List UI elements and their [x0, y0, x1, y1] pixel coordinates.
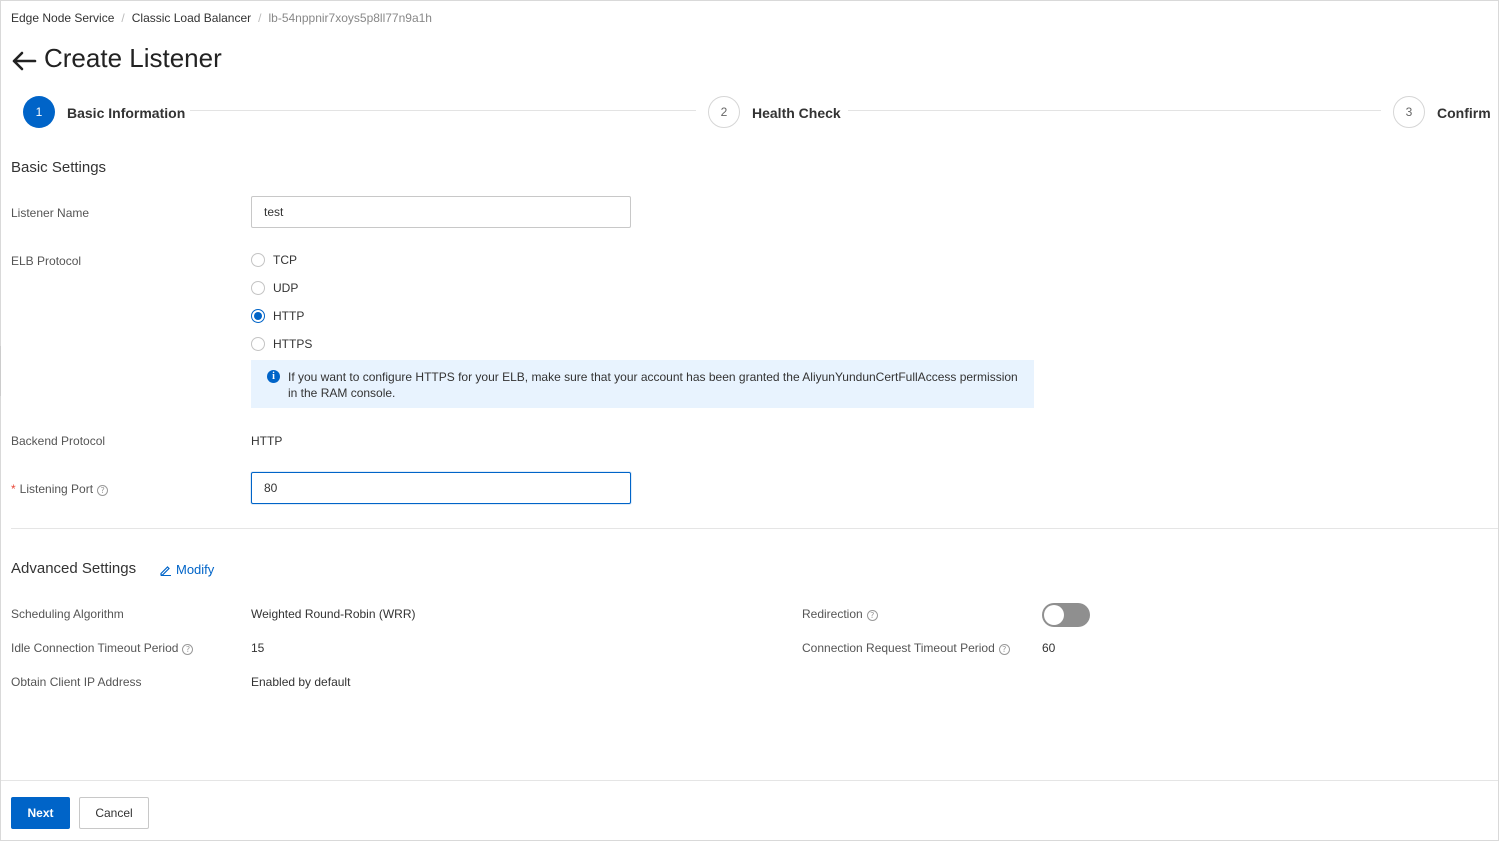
idle-timeout-label-text: Idle Connection Timeout Period: [11, 641, 179, 655]
breadcrumb-current: lb-54nppnir7xoys5p8ll77n9a1h: [268, 11, 432, 25]
step-1-label: Basic Information: [67, 105, 186, 121]
footer-bar: [1, 780, 1498, 840]
radio-button-checked[interactable]: [251, 309, 265, 323]
page-title: Create Listener: [44, 43, 222, 73]
listening-port-label-text: Listening Port: [19, 482, 94, 496]
request-timeout-value: 60: [1042, 641, 1056, 655]
request-timeout-label-text: Connection Request Timeout Period: [802, 641, 995, 655]
breadcrumb: Edge Node Service / Classic Load Balancer /…: [11, 11, 432, 25]
breadcrumb-separator: /: [258, 11, 262, 25]
elb-protocol-label: ELB Protocol: [11, 254, 82, 268]
radio-label: HTTPS: [273, 337, 313, 351]
radio-label: TCP: [273, 253, 297, 267]
listening-port-input[interactable]: [251, 472, 631, 504]
radio-label: HTTP: [273, 309, 305, 323]
help-icon[interactable]: ?: [97, 485, 109, 496]
radio-option-tcp[interactable]: TCP: [251, 253, 297, 267]
step-connector: [848, 110, 1381, 111]
page-header: Create Listener: [11, 43, 222, 74]
step-2-circle: 2: [708, 96, 740, 128]
radio-button[interactable]: [251, 253, 265, 267]
step-connector: [190, 110, 696, 111]
backend-protocol-label: Backend Protocol: [11, 434, 106, 448]
step-2-label: Health Check: [752, 105, 841, 121]
breadcrumb-item-edge-node-service[interactable]: Edge Node Service: [11, 11, 114, 25]
info-text: If you want to configure HTTPS for your …: [288, 370, 1018, 400]
radio-label: UDP: [273, 281, 299, 295]
help-icon[interactable]: ?: [998, 644, 1010, 655]
radio-option-http[interactable]: HTTP: [251, 309, 304, 323]
radio-option-https[interactable]: HTTPS: [251, 337, 312, 351]
client-ip-value: Enabled by default: [251, 675, 351, 689]
info-icon: i: [267, 370, 280, 383]
cancel-button[interactable]: Cancel: [79, 797, 149, 829]
step-3-circle: 3: [1393, 96, 1425, 128]
page-frame: [0, 0, 1499, 841]
redirection-toggle[interactable]: [1042, 603, 1090, 627]
radio-option-udp[interactable]: UDP: [251, 281, 298, 295]
request-timeout-label: Connection Request Timeout Period?: [802, 641, 1010, 655]
breadcrumb-item-classic-load-balancer[interactable]: Classic Load Balancer: [132, 11, 251, 25]
redirection-label: Redirection?: [802, 607, 878, 621]
breadcrumb-separator: /: [121, 11, 125, 25]
help-icon[interactable]: ?: [182, 644, 194, 655]
step-1-circle: 1: [23, 96, 55, 128]
required-mark: *: [11, 482, 16, 496]
step-3-label: Confirm: [1437, 105, 1491, 121]
https-info-alert: i If you want to configure HTTPS for you…: [251, 360, 1034, 408]
radio-button[interactable]: [251, 281, 265, 295]
left-edge-marker: [0, 346, 3, 396]
idle-timeout-value: 15: [251, 641, 265, 655]
advanced-settings-title: Advanced Settings: [11, 560, 137, 577]
arrow-left-icon[interactable]: [11, 48, 37, 70]
scheduling-algorithm-label: Scheduling Algorithm: [11, 607, 124, 621]
listening-port-label: * Listening Port?: [11, 482, 109, 496]
modify-label: Modify: [176, 562, 215, 577]
section-divider: [11, 528, 1498, 529]
backend-protocol-value: HTTP: [251, 434, 283, 448]
listener-name-input[interactable]: [251, 196, 631, 228]
modify-link[interactable]: Modify: [160, 562, 214, 577]
help-icon[interactable]: ?: [866, 610, 878, 621]
scheduling-algorithm-value: Weighted Round-Robin (WRR): [251, 607, 416, 621]
next-button[interactable]: Next: [11, 797, 70, 829]
radio-button[interactable]: [251, 337, 265, 351]
client-ip-label: Obtain Client IP Address: [11, 675, 142, 689]
idle-timeout-label: Idle Connection Timeout Period?: [11, 641, 194, 655]
redirection-label-text: Redirection: [802, 607, 863, 621]
basic-settings-title: Basic Settings: [11, 159, 107, 176]
edit-icon: [160, 565, 171, 576]
listener-name-label: Listener Name: [11, 206, 90, 220]
